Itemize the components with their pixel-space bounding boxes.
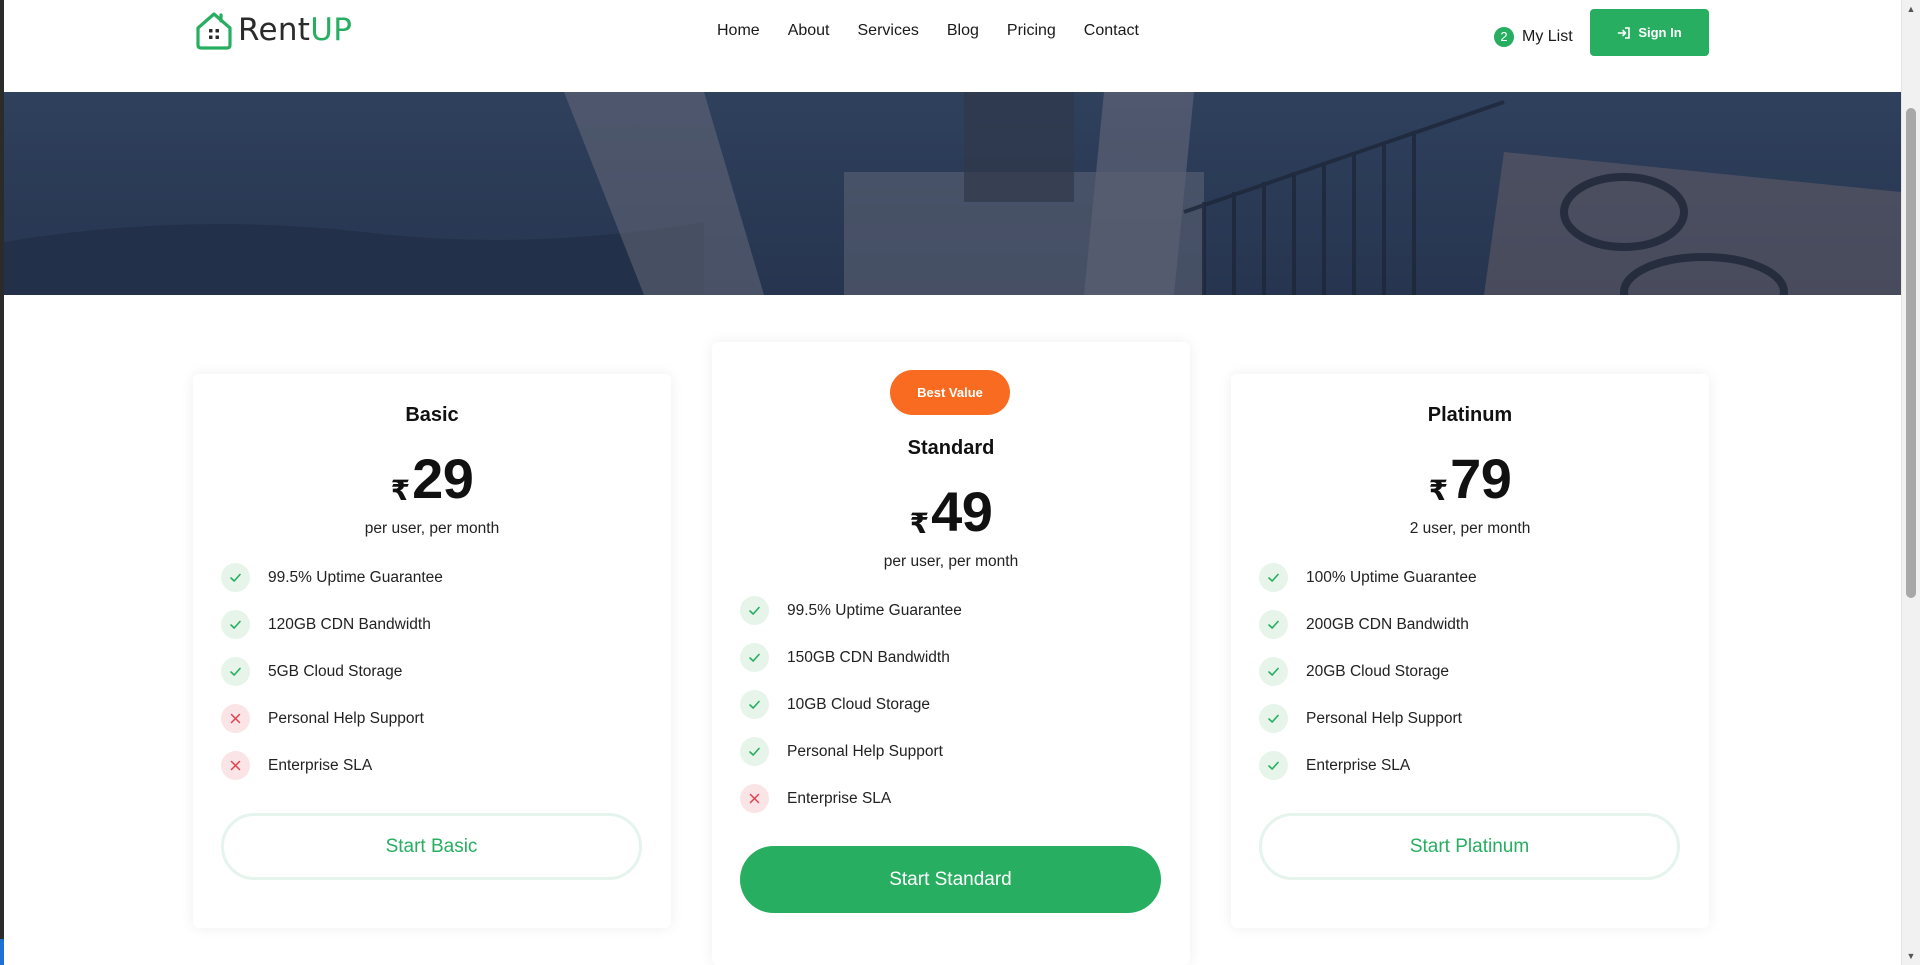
currency-symbol: ₹ <box>1428 475 1449 506</box>
logo[interactable]: RentUP <box>193 8 352 52</box>
feature-item: Personal Help Support <box>221 695 641 742</box>
feature-item: Enterprise SLA <box>1259 742 1679 789</box>
feature-label: 5GB Cloud Storage <box>268 662 403 680</box>
check-icon <box>1259 610 1288 639</box>
pricing-card-standard: Best Value Standard ₹49 per user, per mo… <box>712 342 1190 965</box>
feature-label: Personal Help Support <box>268 709 424 727</box>
sign-in-label: Sign In <box>1638 25 1682 40</box>
nav-contact[interactable]: Contact <box>1084 22 1139 40</box>
nav-blog[interactable]: Blog <box>947 22 979 40</box>
site-header: RentUP Home About Services Blog Pricing … <box>4 0 1901 92</box>
plan-name: Platinum <box>1427 404 1513 426</box>
feature-item: Personal Help Support <box>740 728 1160 775</box>
check-icon <box>221 657 250 686</box>
plan-price: ₹79 <box>1231 446 1709 511</box>
feature-label: Enterprise SLA <box>787 789 892 807</box>
vertical-scrollbar[interactable]: ▲ ▼ <box>1901 0 1920 965</box>
scrollbar-thumb[interactable] <box>1906 108 1916 598</box>
plan-period: per user, per month <box>364 520 500 537</box>
taskbar-sliver <box>0 939 4 965</box>
plan-name: Standard <box>907 437 995 459</box>
plan-price: ₹29 <box>193 446 671 511</box>
feature-item: Enterprise SLA <box>221 742 641 789</box>
check-icon <box>1259 704 1288 733</box>
check-icon <box>740 596 769 625</box>
check-icon <box>740 643 769 672</box>
my-list-label: My List <box>1522 28 1573 45</box>
price-amount: 49 <box>931 480 993 543</box>
sign-in-icon <box>1618 26 1631 39</box>
feature-label: 150GB CDN Bandwidth <box>787 648 950 666</box>
currency-symbol: ₹ <box>390 475 411 506</box>
window-left-edge <box>0 0 4 965</box>
feature-item: Personal Help Support <box>1259 695 1679 742</box>
check-icon <box>740 737 769 766</box>
feature-label: 200GB CDN Bandwidth <box>1306 615 1469 633</box>
nav-home[interactable]: Home <box>717 22 760 40</box>
feature-label: Personal Help Support <box>787 742 943 760</box>
currency-symbol: ₹ <box>909 508 930 539</box>
cross-icon <box>221 751 250 780</box>
feature-item: 200GB CDN Bandwidth <box>1259 601 1679 648</box>
feature-list: 99.5% Uptime Guarantee 150GB CDN Bandwid… <box>740 587 1160 822</box>
check-icon <box>740 690 769 719</box>
feature-item: 150GB CDN Bandwidth <box>740 634 1160 681</box>
feature-item: 99.5% Uptime Guarantee <box>740 587 1160 634</box>
check-icon <box>221 563 250 592</box>
feature-label: 20GB Cloud Storage <box>1306 662 1450 680</box>
scroll-up-arrow-icon[interactable]: ▲ <box>1902 0 1920 18</box>
cross-icon <box>221 704 250 733</box>
plan-price: ₹49 <box>712 479 1190 544</box>
logo-text-up: UP <box>310 12 353 48</box>
feature-item: 100% Uptime Guarantee <box>1259 554 1679 601</box>
start-platinum-button[interactable]: Start Platinum <box>1259 813 1680 880</box>
feature-item: Enterprise SLA <box>740 775 1160 822</box>
check-icon <box>1259 751 1288 780</box>
my-list-link[interactable]: 2 My List <box>1494 27 1573 47</box>
logo-text: RentUP <box>238 12 352 48</box>
feature-item: 99.5% Uptime Guarantee <box>221 554 641 601</box>
feature-label: 99.5% Uptime Guarantee <box>787 601 962 619</box>
feature-list: 100% Uptime Guarantee 200GB CDN Bandwidt… <box>1259 554 1679 789</box>
feature-label: 100% Uptime Guarantee <box>1306 568 1477 586</box>
plan-period: 2 user, per month <box>1409 520 1531 537</box>
pricing-card-platinum: Platinum ₹79 2 user, per month 100% Upti… <box>1231 374 1709 928</box>
feature-label: 99.5% Uptime Guarantee <box>268 568 443 586</box>
check-icon <box>1259 563 1288 592</box>
hero-banner-image <box>4 92 1901 295</box>
feature-label: 120GB CDN Bandwidth <box>268 615 431 633</box>
feature-list: 99.5% Uptime Guarantee 120GB CDN Bandwid… <box>221 554 641 789</box>
plan-name: Basic <box>405 404 459 426</box>
price-amount: 29 <box>412 447 474 510</box>
hotel-balcony-sea-view-image <box>4 92 1901 295</box>
nav-services[interactable]: Services <box>858 22 919 40</box>
start-standard-button[interactable]: Start Standard <box>740 846 1161 913</box>
feature-item: 20GB Cloud Storage <box>1259 648 1679 695</box>
start-basic-button[interactable]: Start Basic <box>221 813 642 880</box>
feature-label: 10GB Cloud Storage <box>787 695 931 713</box>
feature-label: Personal Help Support <box>1306 709 1462 727</box>
price-amount: 79 <box>1450 447 1512 510</box>
scroll-down-arrow-icon[interactable]: ▼ <box>1902 947 1920 965</box>
best-value-badge: Best Value <box>890 370 1010 415</box>
logo-text-rent: Rent <box>238 12 311 48</box>
plan-period: per user, per month <box>883 553 1019 570</box>
feature-item: 10GB Cloud Storage <box>740 681 1160 728</box>
pricing-card-basic: Basic ₹29 per user, per month 99.5% Upti… <box>193 374 671 928</box>
feature-label: Enterprise SLA <box>268 756 373 774</box>
feature-label: Enterprise SLA <box>1306 756 1411 774</box>
my-list-count-badge: 2 <box>1494 27 1514 47</box>
feature-item: 120GB CDN Bandwidth <box>221 601 641 648</box>
main-nav: Home About Services Blog Pricing Contact <box>717 22 1167 40</box>
sign-in-button[interactable]: Sign In <box>1590 9 1709 56</box>
cross-icon <box>740 784 769 813</box>
check-icon <box>221 610 250 639</box>
feature-item: 5GB Cloud Storage <box>221 648 641 695</box>
check-icon <box>1259 657 1288 686</box>
house-logo-icon <box>196 12 232 50</box>
nav-pricing[interactable]: Pricing <box>1007 22 1056 40</box>
nav-about[interactable]: About <box>788 22 830 40</box>
